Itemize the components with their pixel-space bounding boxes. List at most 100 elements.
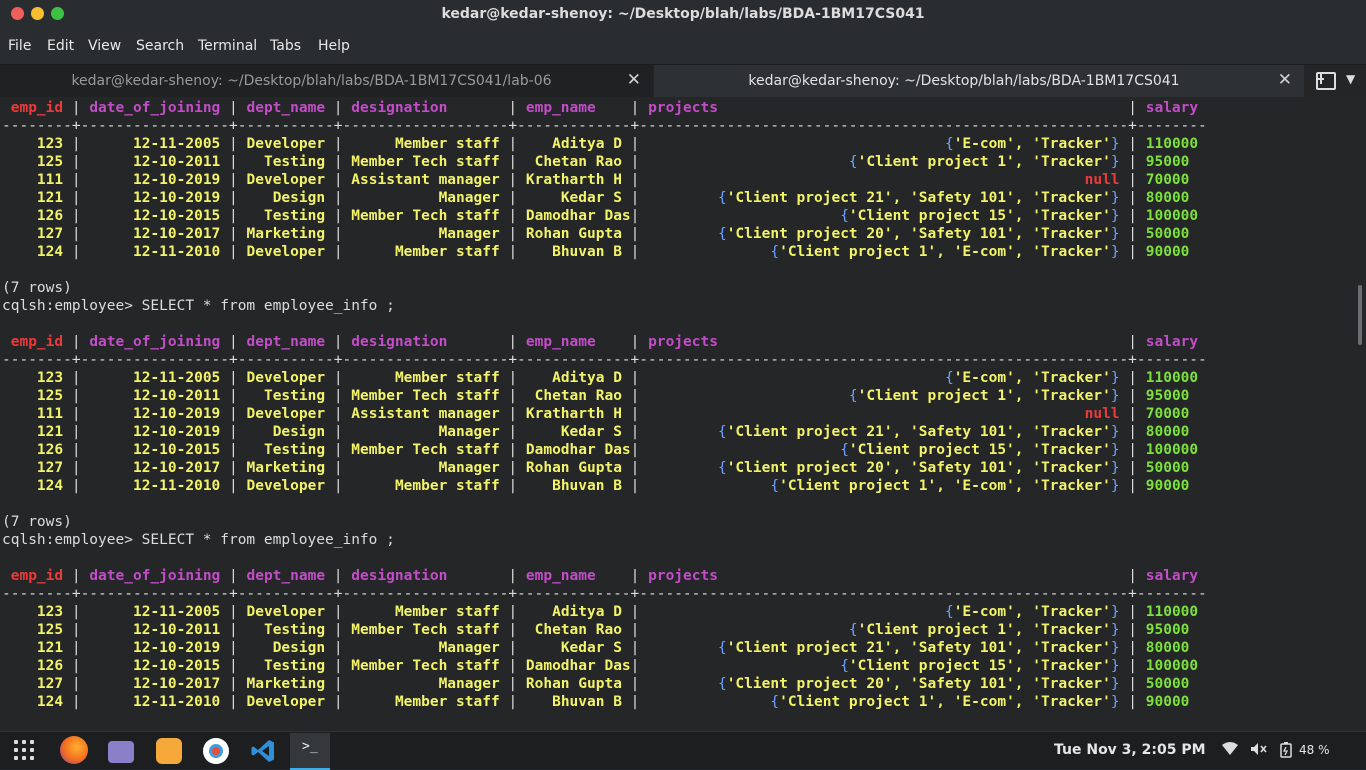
tab-lab-06[interactable]: kedar@kedar-shenoy: ~/Desktop/blah/labs/…: [0, 65, 653, 97]
cell-salary: 95000: [1145, 388, 1190, 404]
terminal-icon[interactable]: >_: [290, 733, 330, 770]
column-separator: |: [71, 388, 81, 404]
vscode-icon[interactable]: [250, 738, 276, 764]
column-separator: |: [1128, 406, 1137, 422]
column-separator: |: [508, 406, 518, 422]
cell-emp-name: Kratharth H: [525, 172, 622, 188]
column-separator: |: [1128, 334, 1137, 350]
menu-help[interactable]: Help: [318, 38, 350, 54]
column-separator: |: [333, 478, 343, 494]
column-separator: |: [630, 388, 640, 404]
terminal-output[interactable]: emp_id | date_of_joining | dept_name | d…: [0, 97, 1366, 731]
column-separator: |: [630, 406, 640, 422]
files-icon[interactable]: [108, 741, 134, 763]
tab-label: kedar@kedar-shenoy: ~/Desktop/blah/labs/…: [71, 73, 552, 89]
cell-designation: Member staff: [394, 694, 500, 710]
cell-salary: 50000: [1145, 460, 1190, 476]
column-separator: |: [333, 604, 343, 620]
table-row: 123 | 12-11-2005 | Developer | Member st…: [2, 603, 1207, 621]
menu-search[interactable]: Search: [136, 38, 184, 54]
row-count-text: (7 rows): [2, 280, 72, 296]
column-separator: |: [1128, 622, 1138, 638]
battery-icon[interactable]: [1280, 742, 1292, 762]
column-separator: |: [630, 100, 640, 116]
menu-tabs[interactable]: Tabs: [270, 38, 301, 54]
column-header-designation: designation: [351, 334, 448, 350]
chevron-down-icon[interactable]: ▼: [1346, 72, 1355, 86]
cell-emp-id: 125: [36, 388, 64, 404]
clock[interactable]: Tue Nov 3, 2:05 PM: [1054, 742, 1206, 758]
cell-date-of-joining: 12-10-2017: [132, 676, 221, 692]
column-header-projects: projects: [648, 334, 718, 350]
battery-percent: 48 %: [1299, 743, 1330, 757]
column-separator: |: [508, 640, 518, 656]
projects-set: {'Client project 1', 'E-com', 'Tracker'}: [770, 694, 1120, 710]
cell-emp-id: 121: [36, 640, 64, 656]
cell-emp-name: Kedar S: [560, 190, 622, 206]
cell-dept-name: Developer: [246, 478, 326, 494]
cell-date-of-joining: 12-10-2019: [132, 172, 221, 188]
column-separator: |: [333, 100, 343, 116]
cell-dept-name: Design: [272, 424, 326, 440]
column-separator: |: [508, 172, 518, 188]
menu-terminal[interactable]: Terminal: [198, 38, 257, 54]
table-separator: --------+-----------------+-----------+-…: [2, 351, 1207, 369]
null-value: null: [1084, 172, 1120, 188]
cell-emp-id: 125: [36, 622, 64, 638]
software-center-icon[interactable]: [156, 738, 182, 764]
projects-set: {'Client project 1', 'E-com', 'Tracker'}: [770, 244, 1120, 260]
menu-edit[interactable]: Edit: [47, 38, 74, 54]
tab-bda-active[interactable]: kedar@kedar-shenoy: ~/Desktop/blah/labs/…: [654, 65, 1304, 97]
close-tab-icon[interactable]: ✕: [627, 70, 641, 90]
menu-file[interactable]: File: [8, 38, 31, 54]
wifi-icon[interactable]: [1222, 742, 1238, 760]
column-separator: |: [71, 226, 81, 242]
menu-view[interactable]: View: [88, 38, 121, 54]
cell-emp-name: Rohan Gupta: [525, 676, 622, 692]
column-separator: |: [333, 370, 343, 386]
table-row: 123 | 12-11-2005 | Developer | Member st…: [2, 135, 1207, 153]
cell-emp-id: 127: [36, 676, 64, 692]
column-header-emp-id: emp_id: [10, 334, 64, 350]
column-separator: |: [71, 244, 81, 260]
close-tab-icon[interactable]: ✕: [1278, 70, 1292, 90]
column-separator: |: [630, 478, 640, 494]
cell-date-of-joining: 12-10-2019: [132, 640, 221, 656]
taskbar: >_ Tue Nov 3, 2:05 PM 48 %: [0, 731, 1366, 770]
new-tab-icon[interactable]: [1316, 72, 1336, 90]
table-separator: --------+-----------------+-----------+-…: [2, 117, 1207, 135]
row-count: (7 rows): [2, 279, 1207, 297]
table-row: 126 | 12-10-2015 | Testing | Member Tech…: [2, 207, 1207, 225]
column-separator: |: [229, 388, 238, 404]
apps-grid-icon[interactable]: [14, 740, 38, 764]
projects-set: {'Client project 20', 'Safety 101', 'Tra…: [717, 676, 1120, 692]
column-separator: |: [229, 208, 238, 224]
column-separator: |: [630, 622, 640, 638]
cell-emp-name: Bhuvan B: [552, 244, 622, 260]
firefox-icon[interactable]: [60, 736, 88, 764]
cell-salary: 90000: [1145, 694, 1190, 710]
column-separator: |: [229, 604, 238, 620]
cell-dept-name: Design: [272, 190, 326, 206]
column-separator: |: [1128, 370, 1138, 386]
cell-emp-id: 127: [36, 226, 64, 242]
cell-date-of-joining: 12-10-2015: [132, 658, 221, 674]
cell-designation: Assistant manager: [351, 172, 500, 188]
table-header-row: emp_id | date_of_joining | dept_name | d…: [2, 567, 1207, 585]
cell-emp-name: Aditya D: [552, 370, 622, 386]
column-separator: |: [630, 676, 640, 692]
scrollbar[interactable]: [1358, 285, 1362, 345]
column-separator: |: [333, 622, 343, 638]
cell-dept-name: Testing: [263, 622, 326, 638]
cell-emp-name: Chetan Rao: [534, 622, 622, 638]
column-separator: |: [71, 460, 81, 476]
column-separator: |: [71, 442, 81, 458]
column-separator: |: [508, 424, 518, 440]
volume-muted-icon[interactable]: [1250, 742, 1268, 760]
column-separator: |: [1128, 676, 1138, 692]
column-separator: |: [229, 676, 238, 692]
column-separator: |: [333, 154, 343, 170]
help-icon[interactable]: [203, 738, 229, 764]
